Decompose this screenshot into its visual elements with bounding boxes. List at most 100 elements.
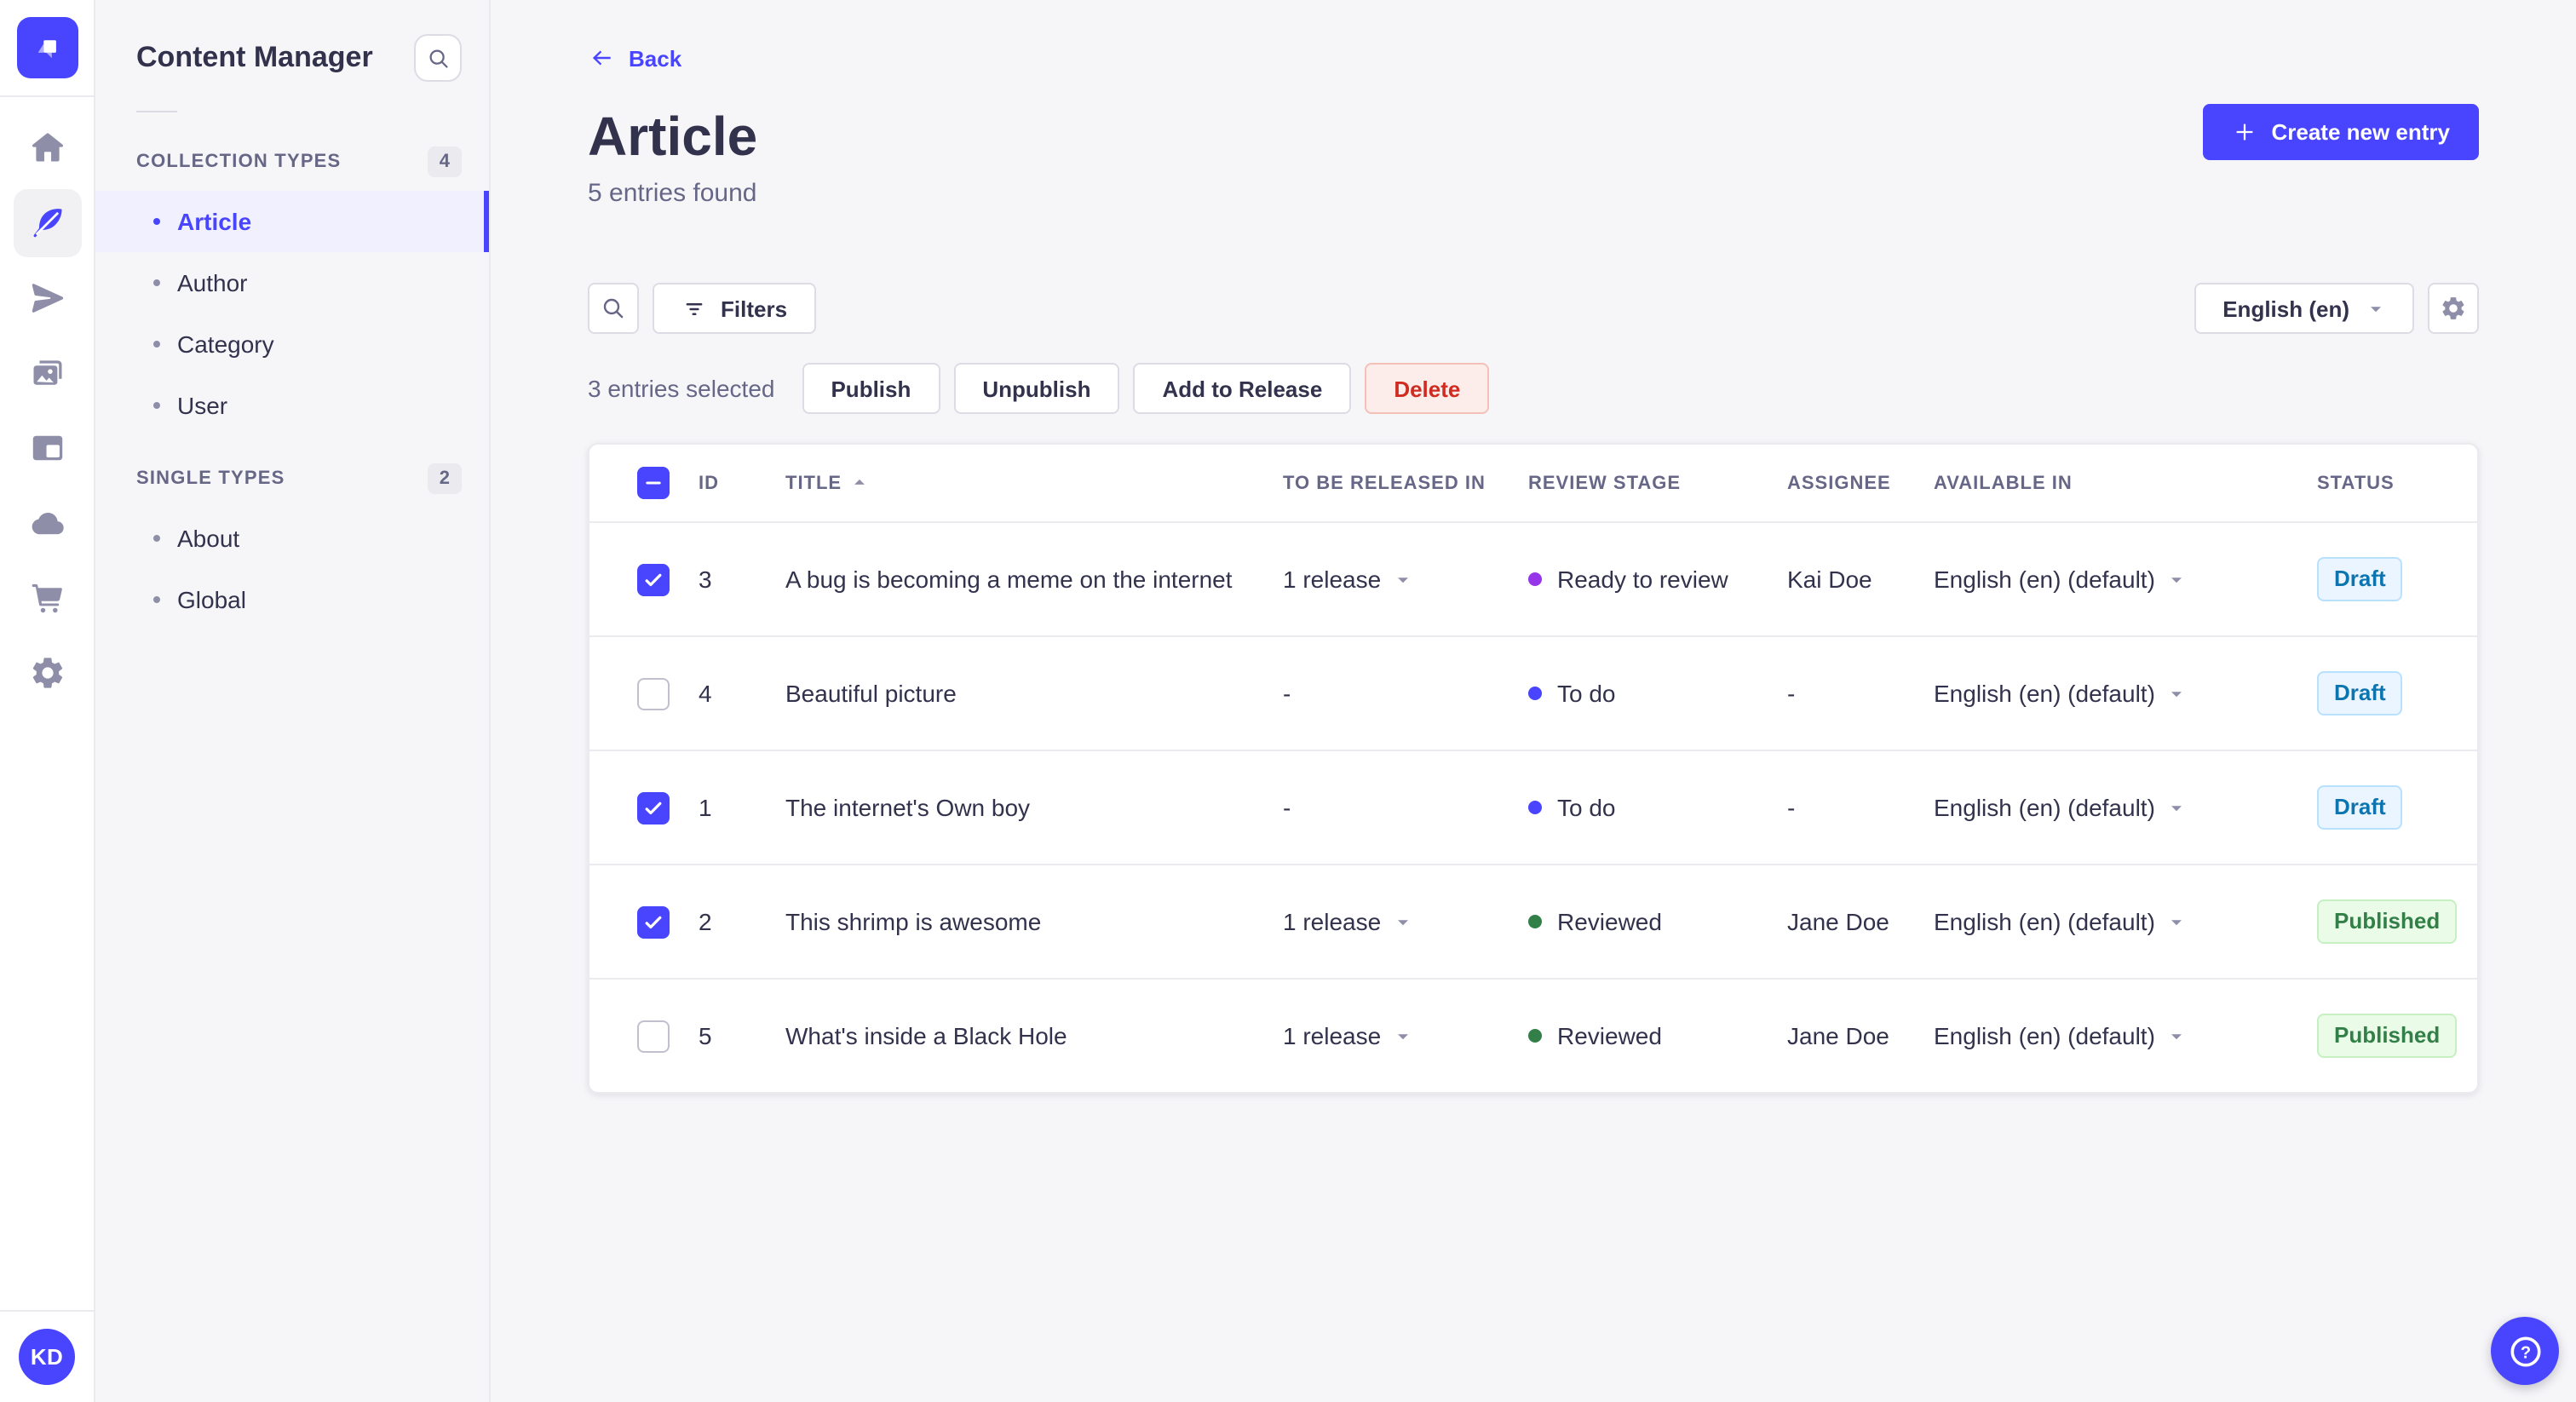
cell-releases[interactable]: 1 release [1283,908,1528,935]
chevron-down-icon [2167,1026,2186,1045]
user-avatar[interactable]: KD [19,1329,75,1385]
back-link[interactable]: Back [588,44,681,72]
main-nav-rail: KD [0,0,95,1402]
search-icon[interactable] [414,34,462,82]
gear-icon [2440,295,2467,322]
section-label: COLLECTION TYPES [136,152,342,172]
status-badge: Published [2317,899,2458,944]
sidebar-item-article[interactable]: Article [95,191,489,252]
bullet-icon [153,341,160,348]
cell-review-stage: To do [1528,680,1787,707]
search-icon [600,295,627,322]
cell-id: 4 [699,680,712,707]
table-row[interactable]: 1 The internet's Own boy - To do - Engli… [589,750,2477,864]
rail-item-layout-icon[interactable] [13,414,81,482]
cell-review-stage: Reviewed [1528,908,1787,935]
rail-item-cloud-icon[interactable] [13,489,81,557]
bullet-icon [153,279,160,286]
select-all-checkbox[interactable] [637,467,670,499]
publish-button[interactable]: Publish [802,363,940,414]
sidebar-item-author[interactable]: Author [95,252,489,313]
row-checkbox[interactable] [637,563,670,595]
rail-item-gear-icon[interactable] [13,639,81,707]
rail-item-cart-icon[interactable] [13,564,81,632]
paper-plane-icon [28,279,66,317]
help-button[interactable]: ? [2491,1317,2559,1385]
plus-icon [2232,119,2257,145]
cart-icon [28,579,66,617]
locale-select[interactable]: English (en) [2194,283,2414,334]
column-header-id[interactable]: ID [699,473,785,493]
row-checkbox[interactable] [637,791,670,824]
stage-dot-icon [1528,1029,1542,1043]
table-row[interactable]: 2 This shrimp is awesome 1 release Revie… [589,864,2477,978]
rail-item-paper-plane-icon[interactable] [13,264,81,332]
cell-title: What's inside a Black Hole [785,1022,1067,1049]
column-header-status[interactable]: STATUS [2317,473,2477,493]
filters-button[interactable]: Filters [653,283,817,334]
column-header-review-stage[interactable]: REVIEW STAGE [1528,473,1787,493]
sidebar-item-global[interactable]: Global [95,569,489,630]
sidebar-section-collection-types: COLLECTION TYPES 4 Article Author Category Us… [95,136,489,436]
cell-available-in[interactable]: English (en) (default) [1934,908,2317,935]
column-header-available-in[interactable]: AVAILABLE IN [1934,473,2317,493]
main-content: Back Article 5 entries found Create new … [491,0,2576,1402]
bullet-icon [153,535,160,542]
rail-item-feather-pen-icon[interactable] [13,189,81,257]
sidebar-title: Content Manager [136,41,373,73]
cell-id: 3 [699,566,712,593]
create-entry-button[interactable]: Create new entry [2203,104,2479,160]
row-checkbox[interactable] [637,1020,670,1052]
cell-releases[interactable]: 1 release [1283,1022,1528,1049]
unpublish-button[interactable]: Unpublish [953,363,1120,414]
table-header-row: ID TITLE TO BE RELEASED IN REVIEW STAGE … [589,445,2477,521]
cell-id: 1 [699,794,712,821]
sidebar-item-about[interactable]: About [95,508,489,569]
row-checkbox[interactable] [637,677,670,710]
row-checkbox[interactable] [637,905,670,938]
column-header-assignee[interactable]: ASSIGNEE [1787,473,1934,493]
cell-assignee: - [1787,794,1796,821]
chevron-down-icon [1393,1026,1412,1045]
cell-releases: - [1283,794,1291,821]
section-count-badge: 2 [427,463,462,494]
cell-title: Beautiful picture [785,680,957,707]
stage-dot-icon [1528,687,1542,700]
cell-available-in[interactable]: English (en) (default) [1934,1022,2317,1049]
selection-count: 3 entries selected [588,375,775,402]
cell-available-in[interactable]: English (en) (default) [1934,566,2317,593]
view-settings-button[interactable] [2428,283,2479,334]
cell-status: Published [2317,1014,2477,1058]
cell-id: 5 [699,1022,712,1049]
media-library-icon [28,354,66,392]
table-row[interactable]: 5 What's inside a Black Hole 1 release R… [589,978,2477,1092]
rail-item-media-library-icon[interactable] [13,339,81,407]
strapi-logo[interactable] [16,17,78,78]
strapi-app: KD Content Manager COLLECTION TYPES 4 Arti… [0,0,2576,1402]
cell-assignee: Kai Doe [1787,566,1872,593]
add-to-release-button[interactable]: Add to Release [1133,363,1352,414]
cell-releases[interactable]: 1 release [1283,566,1528,593]
sidebar-item-category[interactable]: Category [95,313,489,375]
cell-status: Draft [2317,557,2477,601]
status-badge: Draft [2317,671,2403,715]
cell-available-in[interactable]: English (en) (default) [1934,794,2317,821]
cell-status: Draft [2317,785,2477,830]
column-header-title[interactable]: TITLE [785,473,1283,493]
search-entries-button[interactable] [588,283,639,334]
cell-review-stage: Ready to review [1528,566,1787,593]
table-row[interactable]: 4 Beautiful picture - To do - English (e… [589,635,2477,750]
table-row[interactable]: 3 A bug is becoming a meme on the intern… [589,521,2477,635]
chevron-down-icon [2167,912,2186,931]
cell-title: The internet's Own boy [785,794,1031,821]
svg-text:?: ? [2520,1342,2530,1361]
sidebar-item-user[interactable]: User [95,375,489,436]
status-badge: Published [2317,1014,2458,1058]
bullet-icon [153,596,160,603]
sidebar-sections: COLLECTION TYPES 4 Article Author Category Us… [95,136,489,630]
cell-assignee: Jane Doe [1787,908,1889,935]
cell-available-in[interactable]: English (en) (default) [1934,680,2317,707]
rail-item-home-icon[interactable] [13,114,81,182]
delete-button[interactable]: Delete [1365,363,1490,414]
column-header-to-be-released-in[interactable]: TO BE RELEASED IN [1283,473,1528,493]
